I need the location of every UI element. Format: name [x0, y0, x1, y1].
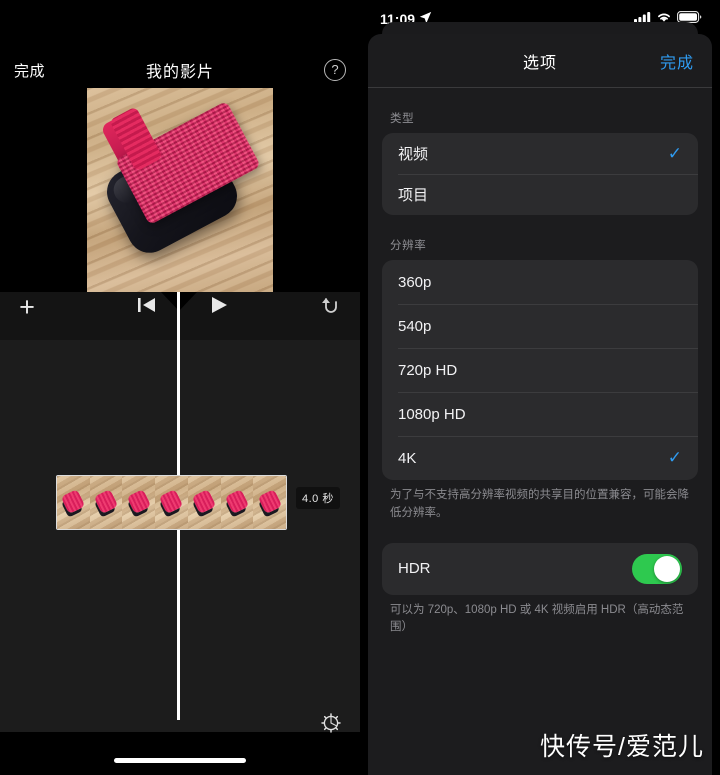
hdr-footnote: 可以为 720p、1080p HD 或 4K 视频启用 HDR（高动态范围）: [390, 603, 684, 634]
page-title: 我的影片: [145, 64, 214, 81]
resolution-option-4k[interactable]: 4K ✓: [382, 436, 698, 480]
row-label: 360p: [398, 273, 432, 291]
sheet-header: 选项 完成: [368, 34, 712, 88]
resolution-option-1080p[interactable]: 1080p HD: [382, 392, 698, 436]
type-option-video[interactable]: 视频 ✓: [382, 133, 698, 174]
hdr-toggle[interactable]: [632, 553, 682, 584]
section-label-resolution: 分辨率: [390, 240, 427, 252]
editor-header: 我的影片 完成 ?: [0, 52, 360, 88]
timeline-clip[interactable]: [56, 475, 287, 530]
skip-to-start-icon[interactable]: [134, 292, 160, 318]
clip-thumbnail: [89, 476, 123, 529]
video-preview-frame: [87, 88, 273, 292]
watermark: 快传号/爱范儿: [540, 733, 704, 761]
home-indicator: [114, 758, 246, 763]
clip-thumbnail: [220, 476, 254, 529]
clip-thumbnail: [155, 476, 188, 529]
hdr-toggle-knob: [654, 555, 680, 582]
section-label-type: 类型: [390, 113, 415, 125]
video-preview-area[interactable]: [0, 88, 360, 292]
row-label: 4K: [398, 449, 417, 467]
sheet-body: 类型 视频 ✓ 项目 分辨率 360p 540p 720p HD 1080p H…: [368, 88, 712, 637]
resolution-footnote: 为了与不支持高分辨率视频的共享目的位置兼容，可能会降低分辨率。: [390, 489, 689, 519]
sheet-done-button[interactable]: 完成: [660, 49, 694, 73]
play-icon[interactable]: [206, 292, 232, 318]
clip-thumbnail: [57, 476, 90, 529]
resolution-option-540p[interactable]: 540p: [382, 304, 698, 348]
options-sheet: 选项 完成 类型 视频 ✓ 项目 分辨率 360p 540p 720p HD 1…: [368, 34, 712, 775]
clip-thumbnail: [253, 476, 286, 529]
row-label: 540p: [398, 317, 432, 335]
dual-screenshot-container: 我的影片 完成 ? + 4.0 秒 11:09 选项 完成 类型 视频 ✓ 项目…: [0, 0, 720, 775]
row-label: 项目: [398, 187, 429, 204]
timeline-area[interactable]: + 4.0 秒: [0, 292, 360, 732]
clip-thumbnail: [187, 476, 221, 529]
row-label: 视频: [398, 146, 429, 163]
add-media-button[interactable]: +: [12, 292, 42, 322]
imovie-editor-screen: 我的影片 完成 ? + 4.0 秒: [0, 0, 360, 775]
row-label: 1080p HD: [398, 405, 466, 423]
help-icon[interactable]: ?: [324, 59, 346, 81]
clip-duration-badge: 4.0 秒: [296, 487, 340, 509]
sheet-title: 选项: [522, 54, 557, 72]
checkmark-icon: ✓: [667, 448, 682, 467]
hdr-label: HDR: [398, 560, 431, 578]
row-label: 720p HD: [398, 361, 458, 379]
type-option-project[interactable]: 项目: [382, 174, 698, 215]
resolution-option-720p[interactable]: 720p HD: [382, 348, 698, 392]
export-options-screen: 11:09 选项 完成 类型 视频 ✓ 项目 分辨率 360p 540p 720…: [360, 0, 720, 775]
resolution-option-360p[interactable]: 360p: [382, 260, 698, 304]
hdr-row[interactable]: HDR: [382, 543, 698, 595]
type-option-card: 视频 ✓ 项目: [382, 133, 698, 215]
checkmark-icon: ✓: [667, 143, 682, 163]
resolution-option-card: 360p 540p 720p HD 1080p HD 4K ✓: [382, 260, 698, 480]
clip-thumbnail: [122, 476, 156, 529]
undo-icon[interactable]: [320, 292, 346, 318]
gear-icon[interactable]: [320, 712, 342, 734]
hdr-card: HDR: [382, 542, 698, 595]
